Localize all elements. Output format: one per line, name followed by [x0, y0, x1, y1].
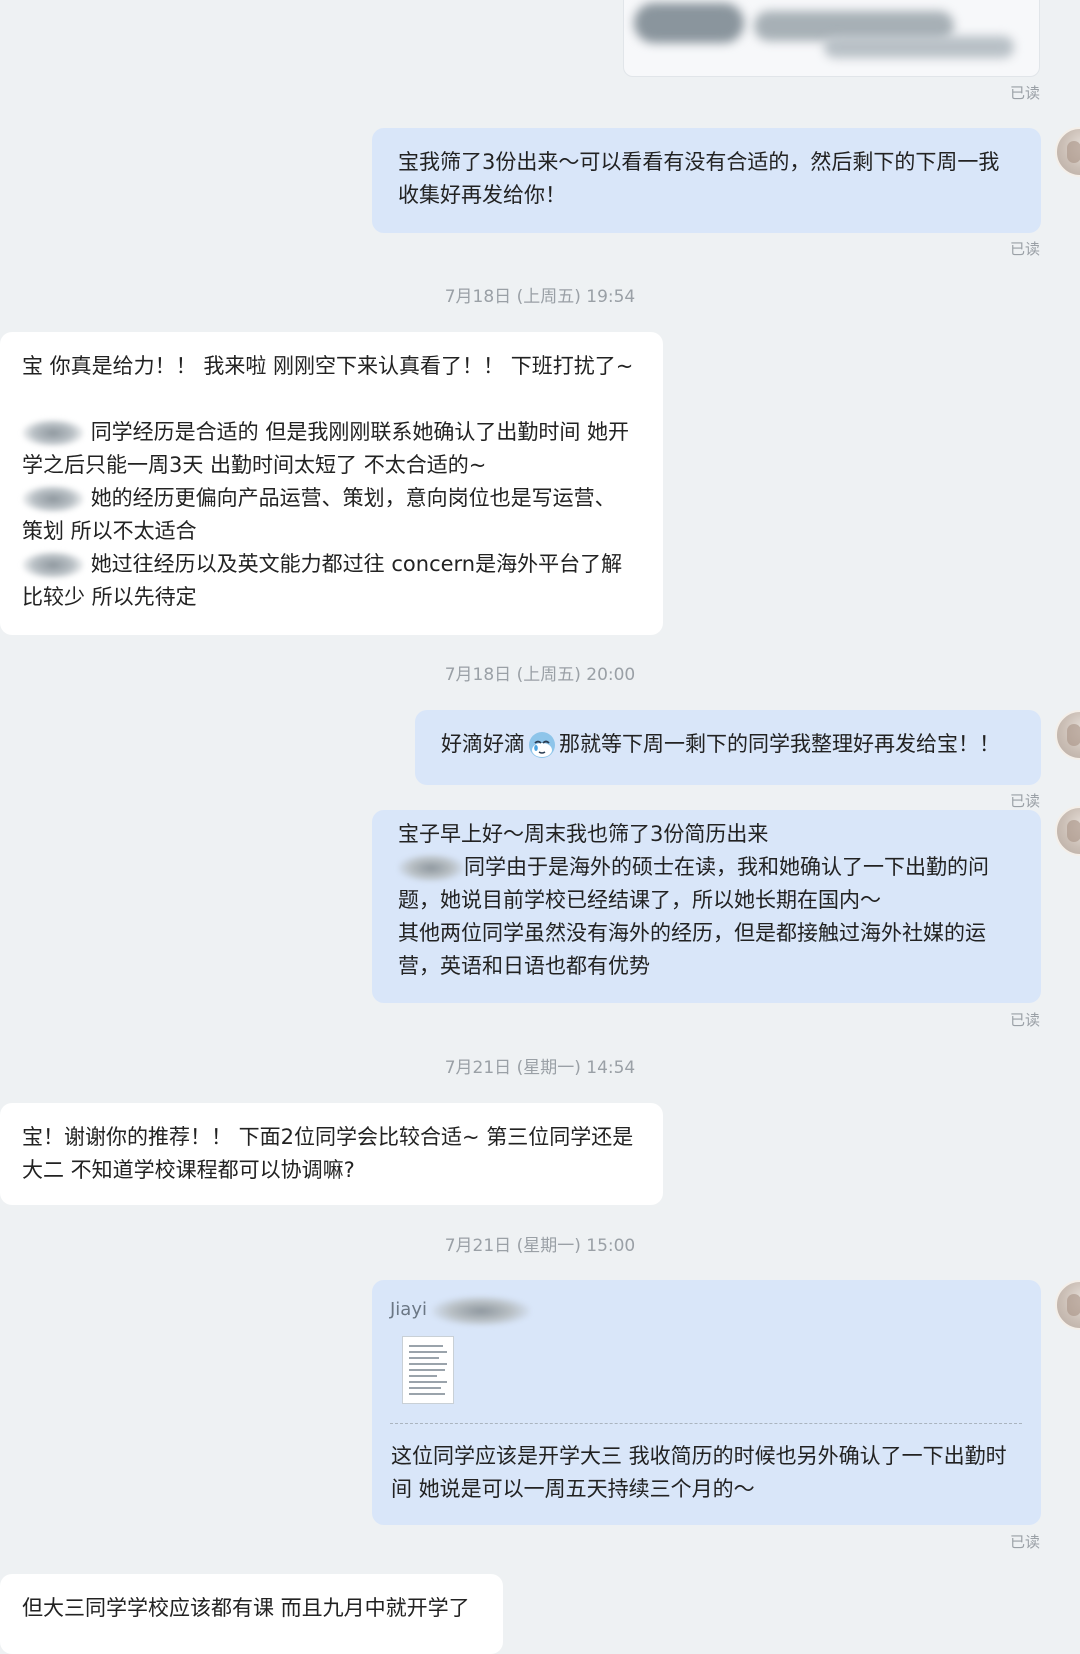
- redacted-name: [398, 854, 464, 882]
- read-receipt: 已读: [1009, 1011, 1040, 1029]
- message-text: 间 她说是可以一周五天持续三个月的～: [391, 1477, 755, 1501]
- timestamp: 7月21日 (星期一) 14:54: [444, 1058, 636, 1078]
- message-text: 宝我筛了3份出来～可以看看有没有合适的，然后剩下的下周一我: [398, 150, 1000, 174]
- redacted-name: [22, 551, 84, 579]
- user-avatar[interactable]: [1055, 710, 1080, 760]
- message-text: 题，她说目前学校已经结课了，所以她长期在国内～: [398, 888, 881, 912]
- outgoing-message[interactable]: 好滴好滴 那就等下周一剩下的同学我整理好再发给宝！！: [415, 710, 1041, 785]
- message-text: 宝子早上好～周末我也筛了3份简历出来: [398, 822, 769, 846]
- read-receipt: 已读: [1009, 240, 1040, 258]
- divider: [390, 1423, 1022, 1424]
- message-text: 学之后只能一周3天 出勤时间太短了 不太合适的~: [22, 453, 487, 477]
- timestamp: 7月18日 (上周五) 19:54: [444, 287, 636, 307]
- timestamp: 7月21日 (星期一) 15:00: [444, 1236, 636, 1256]
- message-text: 同学经历是合适的 但是我刚刚联系她确认了出勤时间 她开: [90, 420, 630, 444]
- read-receipt: 已读: [1009, 1533, 1040, 1551]
- message-text: 营，英语和日语也都有优势: [398, 954, 650, 978]
- incoming-message[interactable]: 宝！谢谢你的推荐！！ 下面2位同学会比较合适~ 第三位同学还是 大二 不知道学校…: [0, 1103, 663, 1205]
- message-text: 她的经历更偏向产品运营、策划，意向岗位也是写运营、: [90, 486, 616, 510]
- redacted-name: [22, 485, 84, 513]
- read-receipt: 已读: [1009, 84, 1040, 102]
- message-text: 策划 所以不太适合: [22, 519, 197, 543]
- crying-emoji-icon: [527, 730, 557, 760]
- message-text: 这位同学应该是开学大三 我收简历的时候也另外确认了一下出勤时: [391, 1444, 1007, 1468]
- user-avatar[interactable]: [1055, 1280, 1080, 1330]
- sender-name: Jiayi: [390, 1299, 427, 1320]
- message-text: 大二 不知道学校课程都可以协调嘛?: [22, 1158, 355, 1182]
- message-text: 那就等下周一剩下的同学我整理好再发给宝！！: [559, 732, 1000, 756]
- user-avatar[interactable]: [1055, 806, 1080, 856]
- user-avatar[interactable]: [1055, 127, 1080, 177]
- outgoing-message[interactable]: 宝子早上好～周末我也筛了3份简历出来 同学由于是海外的硕士在读，我和她确认了一下…: [372, 810, 1041, 1003]
- message-text: 她过往经历以及英文能力都过往 concern是海外平台了解: [90, 552, 623, 576]
- incoming-message[interactable]: 宝 你真是给力！！ 我来啦 刚刚空下来认真看了！！ 下班打扰了~ 同学经历是合适…: [0, 332, 663, 635]
- outgoing-message-card[interactable]: Jiayi 这位同学应该是开学大三 我收简历的时候也另外确认了一下出勤时 间 她…: [372, 1280, 1041, 1525]
- resume-thumbnail[interactable]: [402, 1336, 454, 1404]
- redacted-name: [22, 419, 84, 447]
- message-text: 但大三同学学校应该都有课 而且九月中就开学了: [22, 1596, 470, 1620]
- read-receipt: 已读: [1009, 792, 1040, 810]
- message-text: 同学由于是海外的硕士在读，我和她确认了一下出勤的问: [464, 855, 989, 879]
- message-text: 比较少 所以先待定: [22, 585, 197, 609]
- timestamp: 7月18日 (上周五) 20:00: [444, 665, 636, 685]
- outgoing-message[interactable]: 宝我筛了3份出来～可以看看有没有合适的，然后剩下的下周一我 收集好再发给你！: [372, 128, 1041, 233]
- message-text: 收集好再发给你！: [398, 183, 566, 207]
- attachment-card-partial[interactable]: [623, 0, 1040, 77]
- message-text: 好滴好滴: [441, 732, 525, 756]
- redacted-name: [432, 1296, 530, 1326]
- incoming-message[interactable]: 但大三同学学校应该都有课 而且九月中就开学了: [0, 1574, 503, 1654]
- message-text: 宝 你真是给力！！ 我来啦 刚刚空下来认真看了！！ 下班打扰了~: [22, 354, 634, 378]
- message-text: 其他两位同学虽然没有海外的经历，但是都接触过海外社媒的运: [398, 921, 986, 945]
- message-text: 宝！谢谢你的推荐！！ 下面2位同学会比较合适~ 第三位同学还是: [22, 1125, 634, 1149]
